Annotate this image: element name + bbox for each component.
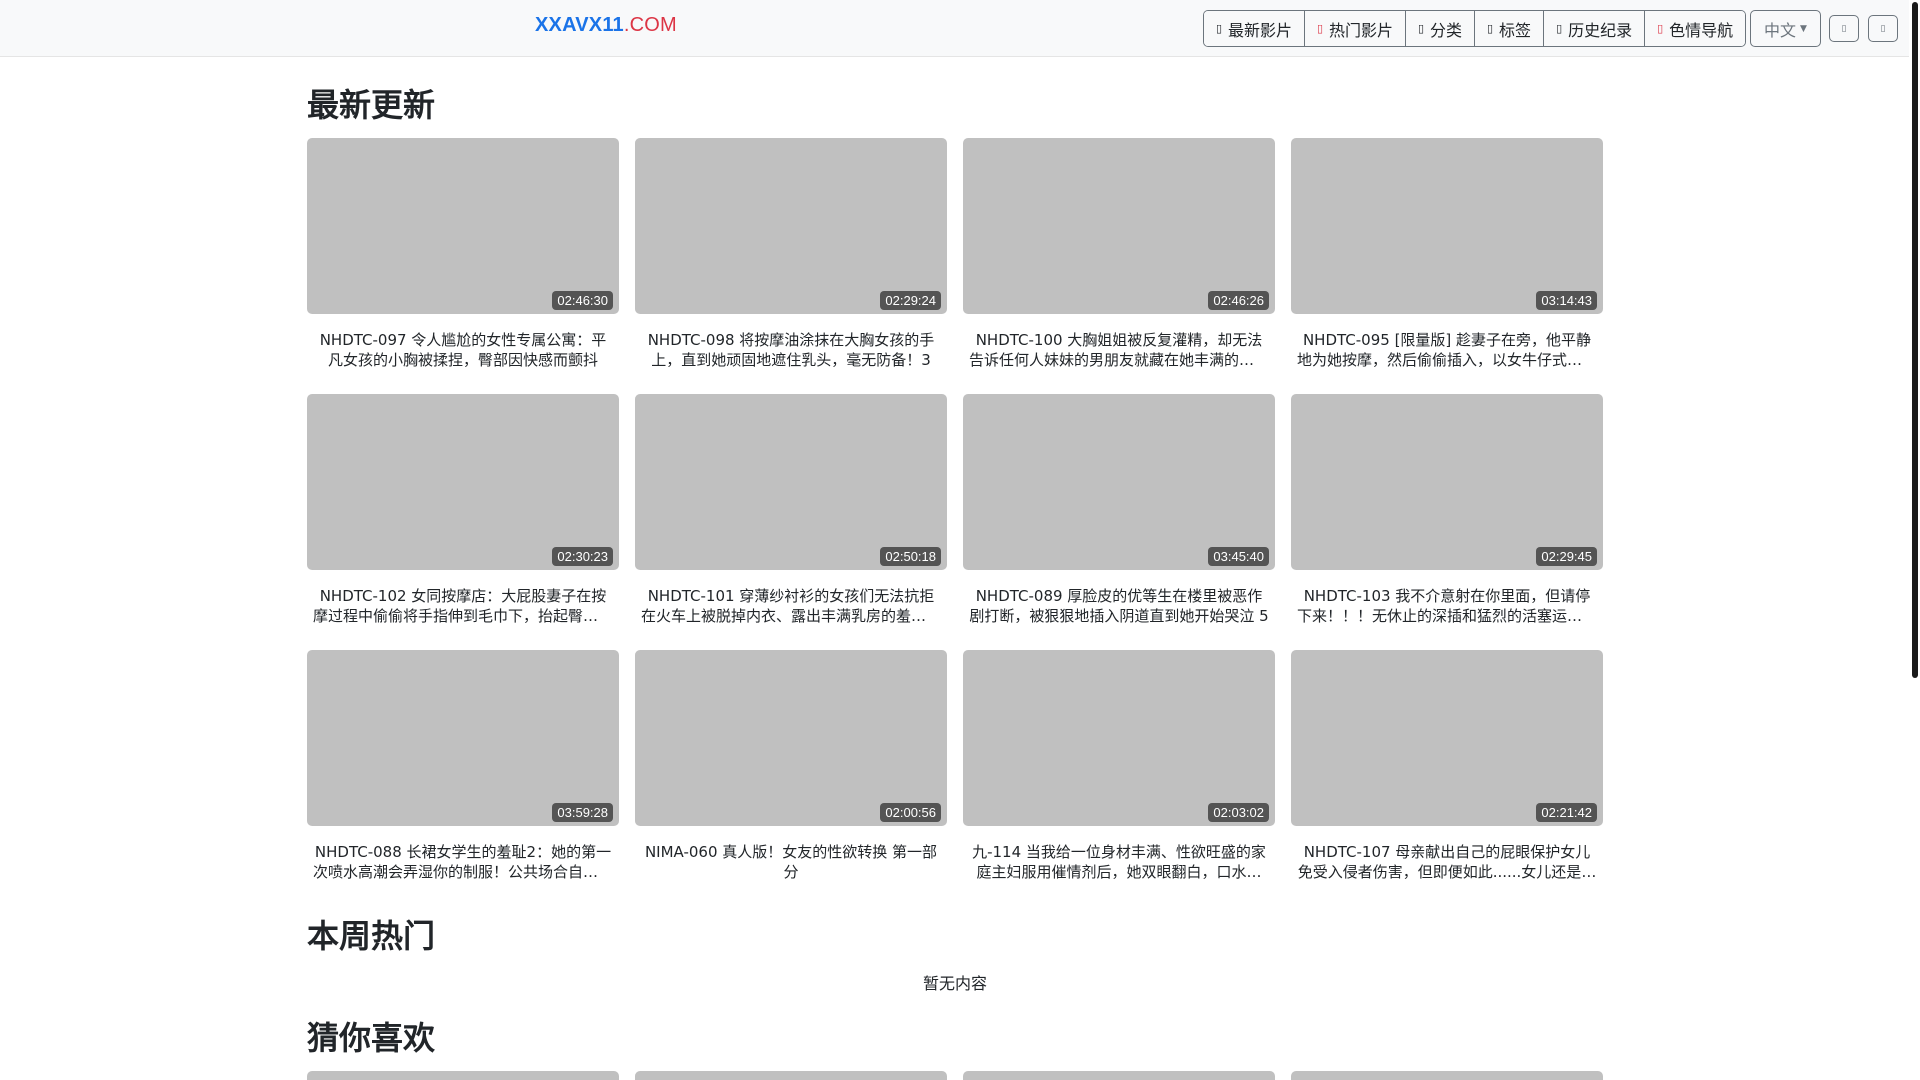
tag-icon: ▯ xyxy=(1487,22,1494,35)
video-duration: 02:30:23 xyxy=(552,547,613,566)
video-card[interactable]: 03:59:28 NHDTC-088 长裙女学生的羞耻2：她的第一次喷水高潮会弄… xyxy=(307,650,619,906)
site-logo[interactable]: XXAVX11.COM xyxy=(535,14,677,37)
nav-navigation-button[interactable]: ▯ 色情导航 xyxy=(1645,11,1746,46)
nav-tags-label: 标签 xyxy=(1499,20,1532,40)
video-thumbnail[interactable] xyxy=(307,1071,619,1080)
video-title[interactable]: NHDTC-089 厚脸皮的优等生在楼里被恶作剧打断，被狠狠地插入阴道直到她开始… xyxy=(963,586,1275,626)
video-thumbnail[interactable]: 02:46:30 xyxy=(307,138,619,314)
weekly-hot-empty-message: 暂无内容 xyxy=(922,974,987,993)
page-scrollbar-thumb[interactable] xyxy=(1912,2,1918,678)
video-title[interactable]: 九-114 当我给一位身材丰满、性欲旺盛的家庭主妇服用催情剂后，她双眼翻白，口水… xyxy=(963,842,1275,882)
nav-history-label: 历史纪录 xyxy=(1568,20,1633,40)
nav-latest-label: 最新影片 xyxy=(1228,20,1293,40)
nav-history-button[interactable]: ▯ 历史纪录 xyxy=(1544,11,1646,46)
video-card[interactable]: 02:21:42 NHDTC-107 母亲献出自己的屁眼保护女儿免受入侵者伤害，… xyxy=(1291,650,1603,906)
video-title[interactable]: NHDTC-098 将按摩油涂抹在大胸女孩的手上，直到她顽固地遮住乳头，毫无防备… xyxy=(635,330,947,370)
nav-navigation-label: 色情导航 xyxy=(1669,20,1734,40)
video-duration: 02:29:24 xyxy=(880,291,941,310)
nav-category-label: 分类 xyxy=(1430,20,1463,40)
video-duration: 02:03:02 xyxy=(1208,803,1269,822)
video-card[interactable]: 02:29:45 NHDTC-103 我不介意射在你里面，但请停下来！！！无休止… xyxy=(1291,394,1603,650)
video-title[interactable]: NHDTC-097 令人尴尬的女性专属公寓：平凡女孩的小胸被揉捏，臀部因快感而颤… xyxy=(307,330,619,370)
video-thumbnail[interactable]: 03:59:28 xyxy=(307,650,619,826)
video-duration: 02:50:18 xyxy=(880,547,941,566)
video-thumbnail[interactable]: 02:29:45 xyxy=(1291,394,1603,570)
video-title[interactable]: NHDTC-100 大胸姐姐被反复灌精，却无法告诉任何人妹妹的男朋友就藏在她丰满… xyxy=(963,330,1275,370)
top-navbar: XXAVX11.COM ▯ 最新影片 ▯ 热门影片 ▯ 分类 ▯ 标签 ▯ 历史… xyxy=(0,0,1909,57)
video-card[interactable]: 02:46:26 NHDTC-100 大胸姐姐被反复灌精，却无法告诉任何人妹妹的… xyxy=(963,138,1275,394)
user-button[interactable]: ▯ xyxy=(1829,15,1859,42)
main-nav-group: ▯ 最新影片 ▯ 热门影片 ▯ 分类 ▯ 标签 ▯ 历史纪录 ▯ 色情导航 xyxy=(1203,10,1747,47)
video-card[interactable]: 02:46:30 NHDTC-097 令人尴尬的女性专属公寓：平凡女孩的小胸被揉… xyxy=(307,138,619,394)
video-title[interactable]: NHDTC-088 长裙女学生的羞耻2：她的第一次喷水高潮会弄湿你的制服！公共场… xyxy=(307,842,619,882)
video-card[interactable]: 02:00:56 NIMA-060 真人版！女友的性欲转换 第一部分 xyxy=(635,650,947,906)
video-thumbnail[interactable]: 03:45:40 xyxy=(963,394,1275,570)
video-thumbnail[interactable] xyxy=(635,1071,947,1080)
recommend-section-title: 猜你喜欢 xyxy=(307,1019,436,1057)
video-thumbnail[interactable]: 02:00:56 xyxy=(635,650,947,826)
chevron-down-icon: ▼ xyxy=(1800,23,1807,34)
video-thumbnail[interactable] xyxy=(963,1071,1275,1080)
video-title[interactable]: NIMA-060 真人版！女友的性欲转换 第一部分 xyxy=(635,842,947,882)
video-duration: 02:21:42 xyxy=(1536,803,1597,822)
video-duration: 02:46:30 xyxy=(552,291,613,310)
latest-video-grid: 02:46:30 NHDTC-097 令人尴尬的女性专属公寓：平凡女孩的小胸被揉… xyxy=(307,138,1603,906)
navigation-icon: ▯ xyxy=(1657,22,1664,35)
weekly-hot-section-title: 本周热门 xyxy=(307,917,436,955)
video-title[interactable]: NHDTC-101 穿薄纱衬衫的女孩们无法抗拒在火车上被脱掉内衣、露出丰满乳房的… xyxy=(635,586,947,626)
nav-hot-label: 热门影片 xyxy=(1329,20,1394,40)
nav-latest-button[interactable]: ▯ 最新影片 xyxy=(1204,11,1306,46)
category-icon: ▯ xyxy=(1418,22,1425,35)
video-title[interactable]: NHDTC-095 [限量版] 趁妻子在旁，他平静地为她按摩，然后偷偷插入，以女… xyxy=(1291,330,1603,370)
nav-category-button[interactable]: ▯ 分类 xyxy=(1406,11,1476,46)
logo-text-domain: .COM xyxy=(623,14,677,36)
nav-tags-button[interactable]: ▯ 标签 xyxy=(1475,11,1545,46)
video-title[interactable]: NHDTC-102 女同按摩店：大屁股妻子在按摩过程中偷偷将手指伸到毛巾下，抬起… xyxy=(307,586,619,626)
video-card[interactable]: 02:03:02 九-114 当我给一位身材丰满、性欲旺盛的家庭主妇服用催情剂后… xyxy=(963,650,1275,906)
video-duration: 03:14:43 xyxy=(1536,291,1597,310)
video-duration: 02:46:26 xyxy=(1208,291,1269,310)
language-dropdown[interactable]: 中文 ▼ xyxy=(1750,10,1821,47)
theme-toggle-button[interactable]: ▯ xyxy=(1868,15,1898,42)
video-card[interactable]: 03:14:43 NHDTC-095 [限量版] 趁妻子在旁，他平静地为她按摩，… xyxy=(1291,138,1603,394)
logo-text-main: XXAVX11 xyxy=(535,14,624,36)
video-thumbnail[interactable]: 03:14:43 xyxy=(1291,138,1603,314)
video-duration: 03:59:28 xyxy=(552,803,613,822)
video-thumbnail[interactable] xyxy=(1291,1071,1603,1080)
video-duration: 03:45:40 xyxy=(1208,547,1269,566)
video-card[interactable]: 02:30:23 NHDTC-102 女同按摩店：大屁股妻子在按摩过程中偷偷将手… xyxy=(307,394,619,650)
video-thumbnail[interactable]: 02:30:23 xyxy=(307,394,619,570)
theme-icon: ▯ xyxy=(1880,23,1886,34)
video-card[interactable]: 02:29:24 NHDTC-098 将按摩油涂抹在大胸女孩的手上，直到她顽固地… xyxy=(635,138,947,394)
video-title[interactable]: NHDTC-103 我不介意射在你里面，但请停下来！！！无休止的深插和猛烈的活塞… xyxy=(1291,586,1603,626)
language-label: 中文 xyxy=(1764,20,1797,40)
latest-section-title: 最新更新 xyxy=(307,86,436,124)
video-thumbnail[interactable]: 02:29:24 xyxy=(635,138,947,314)
video-duration: 02:00:56 xyxy=(880,803,941,822)
video-duration: 02:29:45 xyxy=(1536,547,1597,566)
video-card[interactable]: 02:50:18 NHDTC-101 穿薄纱衬衫的女孩们无法抗拒在火车上被脱掉内… xyxy=(635,394,947,650)
video-thumbnail[interactable]: 02:50:18 xyxy=(635,394,947,570)
film-icon: ▯ xyxy=(1216,22,1223,35)
video-thumbnail[interactable]: 02:46:26 xyxy=(963,138,1275,314)
video-thumbnail[interactable]: 02:21:42 xyxy=(1291,650,1603,826)
fire-icon: ▯ xyxy=(1317,22,1324,35)
video-card[interactable]: 03:45:40 NHDTC-089 厚脸皮的优等生在楼里被恶作剧打断，被狠狠地… xyxy=(963,394,1275,650)
history-icon: ▯ xyxy=(1556,22,1563,35)
user-icon: ▯ xyxy=(1841,23,1847,34)
video-title[interactable]: NHDTC-107 母亲献出自己的屁眼保护女儿免受入侵者伤害，但即便如此....… xyxy=(1291,842,1603,882)
nav-hot-button[interactable]: ▯ 热门影片 xyxy=(1305,11,1407,46)
video-thumbnail[interactable]: 02:03:02 xyxy=(963,650,1275,826)
